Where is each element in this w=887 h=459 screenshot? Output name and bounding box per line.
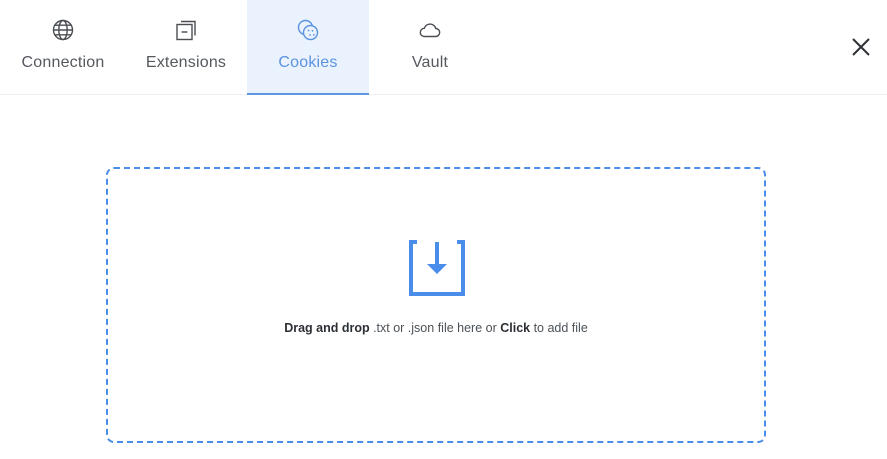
file-types-text: .txt or .json file here or <box>369 321 501 335</box>
tab-connection[interactable]: Connection <box>2 0 124 95</box>
tab-cookies[interactable]: Cookies <box>247 0 369 95</box>
add-file-text: to add file <box>530 321 588 335</box>
tab-extensions-label: Extensions <box>145 54 227 71</box>
close-icon[interactable] <box>846 32 876 62</box>
file-dropzone[interactable]: Drag and drop .txt or .json file here or… <box>106 167 766 443</box>
tab-cookies-label: Cookies <box>278 54 338 71</box>
tab-vault[interactable]: Vault <box>369 0 491 95</box>
download-tray-icon <box>409 240 465 296</box>
cookies-settings-panel: Connection Extensions Cookies Vault Drag… <box>0 0 887 459</box>
cloud-icon <box>419 23 441 38</box>
click-label: Click <box>500 321 531 335</box>
globe-icon <box>52 19 74 41</box>
drag-drop-label: Drag and drop <box>284 321 370 335</box>
tab-connection-label: Connection <box>21 54 105 71</box>
tab-vault-label: Vault <box>411 54 449 71</box>
cookie-icon <box>297 19 319 41</box>
extensions-icon <box>176 20 196 41</box>
tab-bar: Connection Extensions Cookies Vault <box>0 0 887 95</box>
dropzone-instructions: Drag and drop .txt or .json file here or… <box>108 321 764 335</box>
tab-extensions[interactable]: Extensions <box>125 0 247 95</box>
